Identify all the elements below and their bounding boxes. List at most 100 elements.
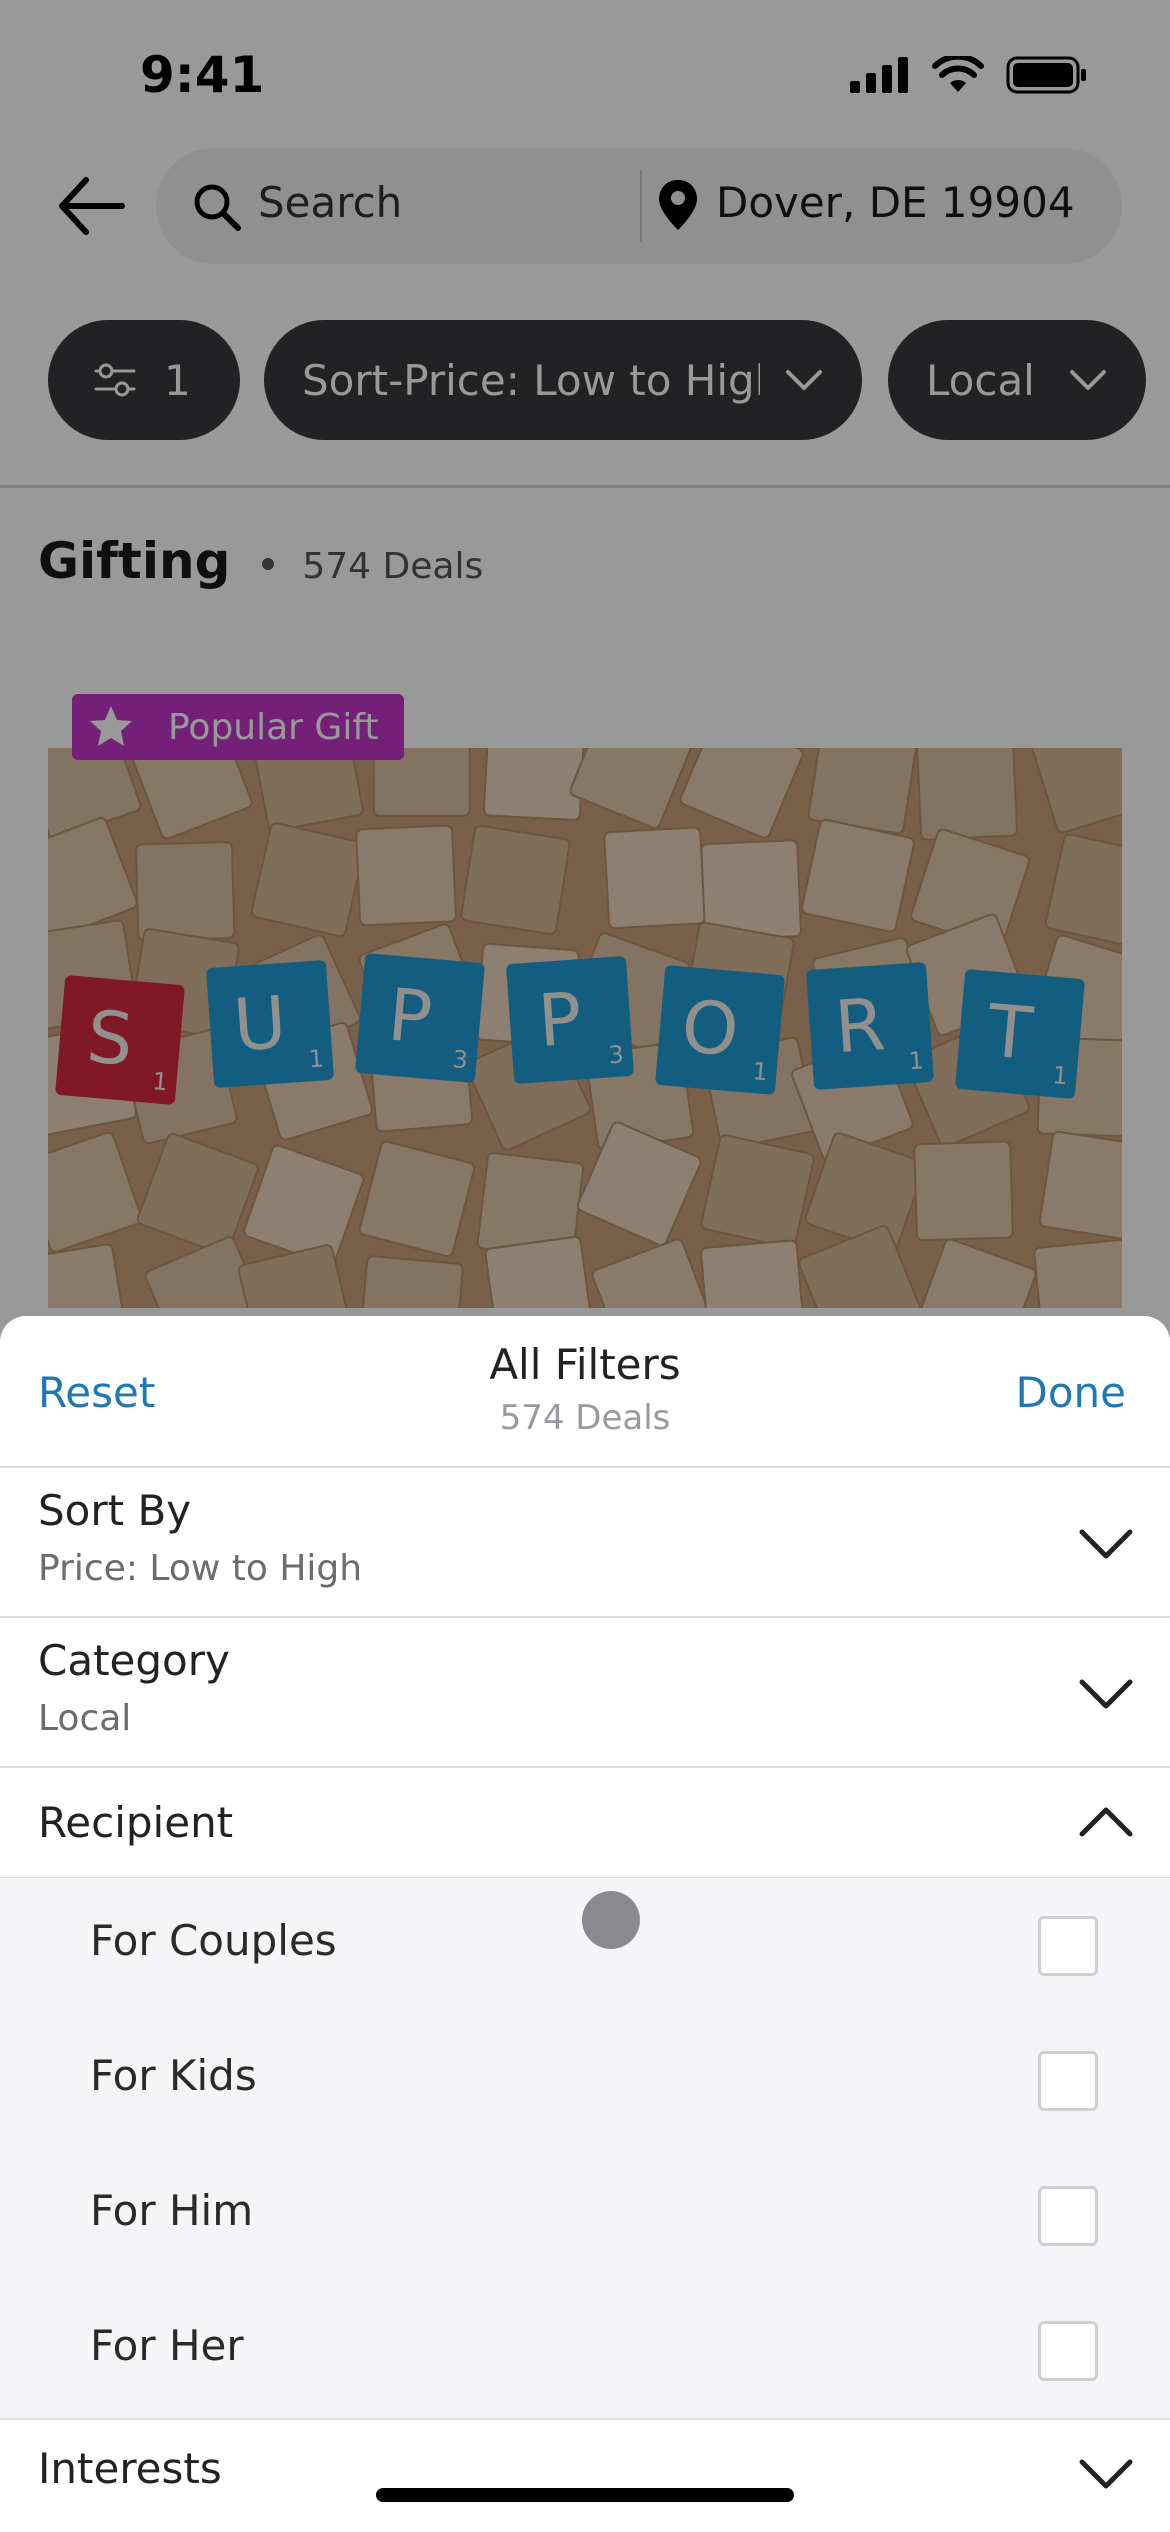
- search-bar[interactable]: Search Dover, DE 19904: [156, 148, 1122, 264]
- popular-gift-badge: Popular Gift: [72, 694, 405, 760]
- wood-tile: [358, 1255, 464, 1308]
- status-time: 9:41: [140, 46, 265, 104]
- touch-indicator: [582, 1891, 640, 1949]
- letter-tile: P3: [355, 953, 485, 1083]
- wood-tile: [800, 818, 915, 933]
- wood-tile: [1038, 1130, 1122, 1241]
- svg-text:1: 1: [151, 1067, 169, 1096]
- sheet-deal-count: 574 Deals: [499, 1398, 671, 1438]
- option-label: For Her: [90, 2321, 244, 2370]
- chevron-down-icon: [786, 370, 822, 390]
- sort-chip[interactable]: Sort-Price: Low to High: [264, 320, 862, 440]
- badge-label: Popular Gift: [168, 706, 379, 748]
- section-title: Gifting: [38, 532, 231, 590]
- checkbox[interactable]: [1038, 2051, 1098, 2111]
- wifi-icon: [932, 56, 984, 92]
- sheet-header: Reset All Filters 574 Deals Done: [0, 1316, 1170, 1466]
- chevron-down-icon: [1070, 370, 1106, 390]
- svg-text:O: O: [678, 984, 742, 1073]
- search-divider: [640, 170, 642, 242]
- separator-dot: [262, 558, 275, 570]
- filter-chips: 1 Sort-Price: Low to High Local: [0, 320, 1170, 442]
- wood-tile: [700, 1239, 805, 1308]
- svg-text:R: R: [832, 982, 888, 1069]
- letter-tile: P3: [506, 956, 634, 1084]
- checkbox[interactable]: [1038, 2321, 1098, 2381]
- battery-icon: [1006, 56, 1086, 94]
- sort-chip-label: Sort-Price: Low to High: [302, 355, 760, 405]
- svg-text:3: 3: [451, 1045, 469, 1074]
- wood-tile: [603, 826, 706, 930]
- chevron-down-icon: [1079, 1679, 1133, 1709]
- recipient-options: For Couples For Kids For Him For Her: [0, 1878, 1170, 2418]
- search-row: Search Dover, DE 19904: [0, 148, 1170, 268]
- svg-text:3: 3: [608, 1040, 625, 1069]
- checkbox[interactable]: [1038, 1916, 1098, 1976]
- interests-label: Interests: [38, 2444, 222, 2493]
- back-button[interactable]: [56, 174, 136, 238]
- svg-text:U: U: [231, 980, 289, 1067]
- option-for-kids[interactable]: For Kids: [0, 2013, 1170, 2147]
- letter-tile: U1: [206, 960, 334, 1088]
- wood-tile: [700, 1134, 815, 1249]
- wood-tile: [355, 824, 457, 927]
- header-divider: [0, 485, 1170, 488]
- section-heading: Gifting 574 Deals: [38, 532, 483, 590]
- home-indicator[interactable]: [376, 2488, 794, 2502]
- deal-image[interactable]: S1U1P3P3O1R1T1: [48, 748, 1122, 1308]
- category-label: Category: [38, 1636, 230, 1685]
- option-label: For Couples: [90, 1916, 337, 1965]
- filters-count: 1: [164, 355, 191, 405]
- svg-text:1: 1: [308, 1044, 325, 1073]
- wood-tile: [484, 1235, 594, 1308]
- wood-tile: [916, 748, 1019, 841]
- option-for-him[interactable]: For Him: [0, 2148, 1170, 2282]
- option-label: For Kids: [90, 2051, 257, 2100]
- letter-tile: O1: [655, 965, 785, 1095]
- recipient-row[interactable]: Recipient: [0, 1768, 1170, 1878]
- sort-by-label: Sort By: [38, 1486, 192, 1535]
- svg-text:1: 1: [751, 1057, 769, 1086]
- wood-tile: [913, 1140, 1014, 1242]
- location-pin-icon: [659, 180, 697, 230]
- scrabble-tiles-photo: S 1U 1 P 3 P 3 O 1R 1 T 1: [48, 748, 1122, 1308]
- checkbox[interactable]: [1038, 2186, 1098, 2246]
- recipient-label: Recipient: [38, 1798, 234, 1847]
- svg-text:T: T: [984, 988, 1037, 1076]
- filters-chip[interactable]: 1: [48, 320, 240, 440]
- wood-tile: [483, 748, 586, 821]
- cellular-signal-icon: [850, 57, 908, 93]
- category-row[interactable]: Category Local: [0, 1618, 1170, 1766]
- category-chip-label: Local: [926, 355, 1035, 405]
- back-arrow-icon: [59, 177, 125, 235]
- chevron-up-icon: [1079, 1807, 1133, 1837]
- svg-text:P: P: [535, 976, 584, 1063]
- svg-text:S: S: [84, 994, 137, 1082]
- section-deal-count: 574 Deals: [302, 546, 484, 587]
- svg-text:1: 1: [908, 1046, 925, 1075]
- chevron-down-icon: [1079, 2459, 1133, 2489]
- wood-tile: [250, 822, 366, 937]
- option-label: For Him: [90, 2186, 254, 2235]
- sliders-icon: [94, 363, 136, 397]
- chevron-down-icon: [1079, 1529, 1133, 1559]
- status-bar: 9:41: [0, 0, 1170, 140]
- done-button[interactable]: Done: [1016, 1368, 1127, 1417]
- letter-tile: S1: [55, 975, 185, 1105]
- wood-tile: [460, 824, 571, 935]
- letter-tile: T1: [955, 969, 1085, 1099]
- category-chip[interactable]: Local: [888, 320, 1146, 440]
- location-field[interactable]: Dover, DE 19904: [716, 178, 1075, 227]
- option-for-couples[interactable]: For Couples: [0, 1878, 1170, 2012]
- interests-row[interactable]: Interests: [0, 2420, 1170, 2532]
- star-icon: [90, 706, 132, 746]
- sheet-title: All Filters: [489, 1340, 681, 1389]
- svg-text:1: 1: [1051, 1061, 1069, 1090]
- sort-by-value: Price: Low to High: [38, 1548, 363, 1589]
- svg-text:P: P: [385, 972, 436, 1059]
- status-icons: [850, 56, 1088, 94]
- search-input[interactable]: Search: [258, 178, 402, 227]
- option-for-her[interactable]: For Her: [0, 2283, 1170, 2417]
- sort-by-row[interactable]: Sort By Price: Low to High: [0, 1468, 1170, 1616]
- search-icon: [194, 184, 241, 231]
